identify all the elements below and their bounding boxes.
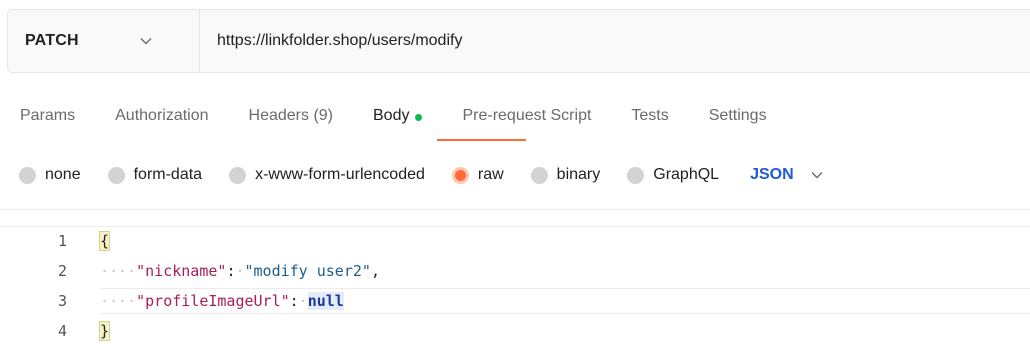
json-value: "modify user2" <box>244 262 371 280</box>
line-number: 1 <box>57 232 67 250</box>
chevron-down-icon <box>139 34 153 48</box>
line-number: 3 <box>57 292 67 310</box>
tab-label: Headers (9) <box>248 107 333 124</box>
json-comma: , <box>370 262 380 280</box>
body-active-dot-icon <box>415 113 423 121</box>
code-text: } <box>98 321 111 341</box>
tab-label: Params <box>20 107 76 124</box>
tab-body[interactable]: Body <box>373 107 423 125</box>
radio-label: form-data <box>133 166 203 183</box>
radio-label: binary <box>556 166 601 183</box>
tab-label: Authorization <box>115 107 209 124</box>
radio-x-www-form-urlencoded[interactable]: x-www-form-urlencoded <box>229 166 425 184</box>
tab-authorization[interactable]: Authorization <box>115 107 208 125</box>
request-bar: PATCH https://linkfolder.shop/users/modi… <box>7 9 1030 73</box>
code-text: { <box>98 231 111 251</box>
code-line: 1 { <box>0 228 1030 254</box>
request-tabs: Params Authorization Headers (9) Body Pr… <box>20 102 807 130</box>
code-text: ····"nickname":·"modify user2", <box>100 262 380 280</box>
request-editor: PATCH https://linkfolder.shop/users/modi… <box>0 0 1030 350</box>
close-brace: } <box>98 321 111 341</box>
tab-tests[interactable]: Tests <box>631 107 668 125</box>
section-divider <box>0 209 1030 210</box>
current-line-highlight <box>100 288 1030 314</box>
radio-circle-icon <box>229 166 247 184</box>
url-input[interactable]: https://linkfolder.shop/users/modify <box>217 10 1030 72</box>
tab-label: Body <box>373 107 410 124</box>
radio-circle-icon <box>627 166 645 184</box>
radio-label: raw <box>477 166 504 183</box>
code-line: 4 } <box>0 318 1030 344</box>
radio-binary[interactable]: binary <box>530 166 601 184</box>
radio-label: x-www-form-urlencoded <box>255 166 425 183</box>
line-number: 4 <box>57 322 67 340</box>
method-dropdown[interactable]: PATCH <box>8 10 200 72</box>
editor-top-border <box>0 226 1030 227</box>
radio-circle-icon <box>530 166 548 184</box>
language-label: JSON <box>750 166 794 183</box>
radio-none[interactable]: none <box>19 166 81 184</box>
open-brace: { <box>98 231 111 251</box>
tab-headers[interactable]: Headers (9) <box>249 107 333 125</box>
tab-params[interactable]: Params <box>20 107 75 125</box>
tab-label: Pre-request Script <box>462 107 592 124</box>
chevron-down-icon <box>810 168 824 182</box>
radio-label: none <box>45 166 81 183</box>
radio-circle-icon <box>19 166 36 184</box>
tab-label: Settings <box>708 107 767 124</box>
json-key: "nickname" <box>136 262 227 280</box>
language-dropdown[interactable]: JSON <box>750 166 824 184</box>
method-label: PATCH <box>25 32 79 49</box>
tab-settings[interactable]: Settings <box>709 107 767 125</box>
code-line: 2 ····"nickname":·"modify user2", <box>0 258 1030 284</box>
radio-form-data[interactable]: form-data <box>107 166 203 184</box>
radio-label: GraphQL <box>653 166 720 183</box>
radio-circle-icon <box>107 166 125 184</box>
tab-label: Tests <box>631 107 669 124</box>
active-tab-indicator <box>437 139 526 141</box>
line-number: 2 <box>57 262 67 280</box>
radio-raw[interactable]: raw <box>451 166 504 184</box>
tab-pre-request-script[interactable]: Pre-request Script <box>462 107 591 125</box>
body-type-selector: none form-data x-www-form-urlencoded raw… <box>19 163 824 187</box>
code-editor[interactable]: 1 { 2 ····"nickname":·"modify user2", 3 … <box>0 226 1030 350</box>
radio-selected-icon <box>451 166 469 184</box>
radio-graphql[interactable]: GraphQL <box>627 166 719 184</box>
code-line-current: 3 ····"profileImageUrl":·null <box>0 288 1030 314</box>
